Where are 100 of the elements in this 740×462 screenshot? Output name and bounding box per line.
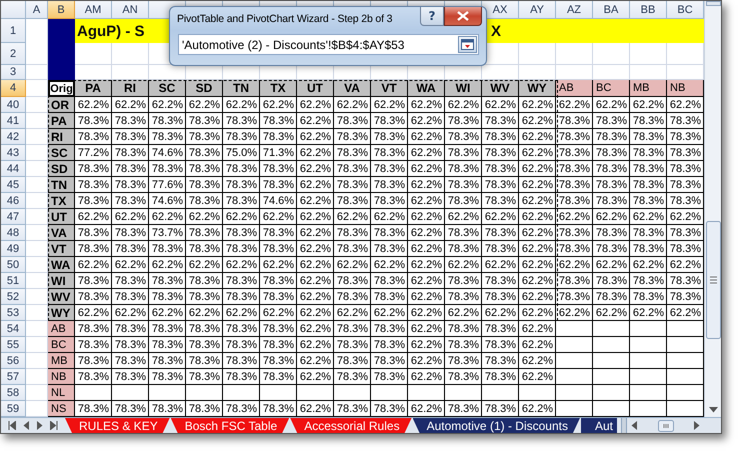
table-cell-text: 78.3% <box>188 242 222 257</box>
column-header[interactable]: B <box>48 1 75 19</box>
table-cell-text: 78.3% <box>150 338 184 353</box>
table-cell-text: 78.3% <box>372 242 406 257</box>
table-cell-text: 78.3% <box>150 162 184 177</box>
row-header[interactable]: 55 <box>1 337 26 353</box>
table-cell-text: 78.3% <box>372 402 406 417</box>
table-cell-text: 78.3% <box>558 162 592 177</box>
row-field: WV <box>48 289 75 305</box>
scroll-thumb-icon[interactable] <box>658 420 674 432</box>
column-header[interactable]: BB <box>630 1 667 19</box>
table-cell-text: 78.3% <box>668 226 702 241</box>
table-cell-text: 78.3% <box>224 178 258 193</box>
row-header[interactable]: 40 <box>1 97 26 113</box>
column-header[interactable]: A <box>26 1 48 19</box>
row-header[interactable]: 2 <box>1 43 26 65</box>
table-cell-text: 78.3% <box>188 226 222 241</box>
table-cell-text: 78.3% <box>372 338 406 353</box>
table-cell-text: 62.2% <box>520 306 554 321</box>
last-sheet-icon[interactable] <box>50 421 58 430</box>
sheet-tab[interactable]: Accessorial Rules <box>290 418 412 433</box>
row-header[interactable]: 56 <box>1 353 26 369</box>
row-header[interactable]: 3 <box>1 65 26 80</box>
table-cell-text: 78.3% <box>262 322 296 337</box>
table-cell-text: 78.3% <box>188 114 222 129</box>
row-header[interactable]: 51 <box>1 273 26 289</box>
row-header[interactable]: 42 <box>1 129 26 145</box>
row-header[interactable]: 4 <box>1 80 26 97</box>
table-cell-text: 62.2% <box>76 306 110 321</box>
row-header[interactable]: 58 <box>1 385 26 401</box>
row-header[interactable]: 54 <box>1 321 26 337</box>
table-cell-text: 62.2% <box>114 306 148 321</box>
table-cell-text: 78.3% <box>188 290 222 305</box>
table-cell-text: 78.3% <box>668 130 702 145</box>
first-sheet-icon[interactable] <box>8 421 16 430</box>
row-field: RI <box>48 129 75 145</box>
row-header[interactable]: 53 <box>1 305 26 321</box>
previous-sheet-icon[interactable] <box>23 421 30 430</box>
table-cell-text: 78.3% <box>76 402 110 417</box>
table-cell-text: 62.2% <box>520 194 554 209</box>
table-cell-text: 62.2% <box>76 98 110 113</box>
table-cell-text: 78.3% <box>372 290 406 305</box>
column-header[interactable]: AX <box>482 1 519 19</box>
table-cell-text: 78.3% <box>484 114 518 129</box>
row-field: MB <box>48 353 75 369</box>
row-header[interactable]: 45 <box>1 177 26 193</box>
column-field: NB <box>667 80 704 97</box>
collapse-button[interactable] <box>458 36 477 53</box>
table-cell-text: 78.3% <box>632 146 666 161</box>
table-cell-text: 78.3% <box>114 194 148 209</box>
scroll-right-icon[interactable] <box>694 421 700 430</box>
table-cell-text: 78.3% <box>262 402 296 417</box>
table-cell-text: 62.2% <box>76 258 110 273</box>
table-cell-text: 78.3% <box>114 226 148 241</box>
row-header[interactable]: 46 <box>1 193 26 209</box>
column-header[interactable]: BA <box>593 1 630 19</box>
table-cell-text: 62.2% <box>410 130 444 145</box>
row-header[interactable]: 47 <box>1 209 26 225</box>
table-cell-text: 78.3% <box>446 242 480 257</box>
column-header[interactable]: BC <box>667 1 704 19</box>
table-cell-text: 78.3% <box>224 338 258 353</box>
row-header[interactable]: 48 <box>1 225 26 241</box>
table-cell-text: 78.3% <box>446 178 480 193</box>
row-header[interactable]: 50 <box>1 257 26 273</box>
sheet-tab[interactable]: Bosch FSC Table <box>170 418 290 433</box>
table-cell-text: 78.3% <box>76 130 110 145</box>
row-header[interactable]: 1 <box>1 19 26 43</box>
help-button[interactable]: ? <box>420 7 444 26</box>
table-cell-text: 78.3% <box>188 338 222 353</box>
sheet-tab[interactable]: RULES & KEY <box>65 418 170 433</box>
next-sheet-icon[interactable] <box>36 421 43 430</box>
table-cell-text: 78.3% <box>224 354 258 369</box>
column-header[interactable]: AZ <box>556 1 593 19</box>
table-cell-text: 62.2% <box>262 258 296 273</box>
table-cell-text: 62.2% <box>150 306 184 321</box>
scroll-thumb-icon[interactable] <box>706 221 720 339</box>
table-cell-text: 78.3% <box>188 194 222 209</box>
row-header[interactable]: 44 <box>1 161 26 177</box>
row-header[interactable]: 57 <box>1 369 26 385</box>
scroll-down-icon[interactable] <box>708 407 718 413</box>
row-header[interactable]: 43 <box>1 145 26 161</box>
row-header[interactable]: 59 <box>1 401 26 417</box>
row-header[interactable]: 49 <box>1 241 26 257</box>
sheet-tab[interactable]: Aut <box>580 418 617 433</box>
column-header[interactable]: AM <box>75 1 112 19</box>
table-cell-text: 62.2% <box>336 258 370 273</box>
column-header[interactable]: AY <box>519 1 556 19</box>
column-field: PA <box>75 80 112 97</box>
scroll-left-icon[interactable] <box>631 421 637 430</box>
range-field[interactable]: 'Automotive (2) - Discounts'!$B$4:$AY$53 <box>178 34 479 55</box>
table-cell-text: 78.3% <box>150 274 184 289</box>
table-cell-text: 62.2% <box>372 98 406 113</box>
table-cell-text: 78.3% <box>372 274 406 289</box>
close-button[interactable] <box>444 7 482 26</box>
row-header[interactable]: 52 <box>1 289 26 305</box>
table-cell-text: 77.6% <box>150 178 184 193</box>
column-header[interactable]: AN <box>112 1 149 19</box>
table-cell-text: 78.3% <box>446 354 480 369</box>
row-header[interactable]: 41 <box>1 113 26 129</box>
sheet-tab[interactable]: Automotive (1) - Discounts <box>412 418 580 433</box>
